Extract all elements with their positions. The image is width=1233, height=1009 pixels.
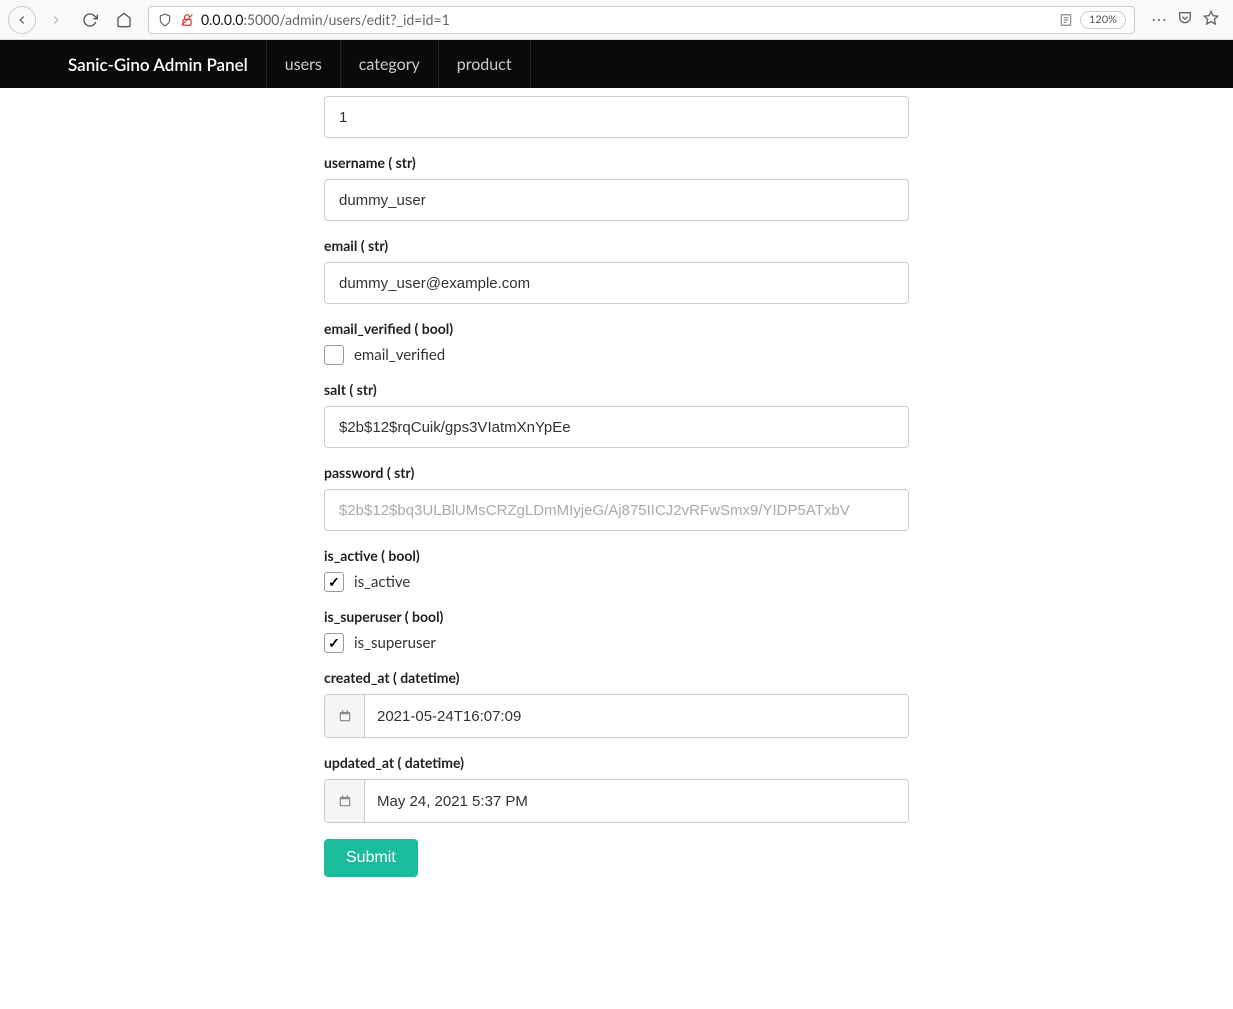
field-is-active: is_active ( bool) is_active xyxy=(324,547,909,592)
browser-chrome: 0.0.0.0:5000/admin/users/edit?_id=id=1 1… xyxy=(0,0,1233,40)
url-bar[interactable]: 0.0.0.0:5000/admin/users/edit?_id=id=1 1… xyxy=(148,6,1135,34)
username-input[interactable] xyxy=(324,179,909,221)
is-superuser-checkbox[interactable] xyxy=(324,633,344,653)
email-label: email ( str) xyxy=(324,237,909,254)
forward-button xyxy=(42,6,70,34)
email-verified-label: email_verified ( bool) xyxy=(324,320,909,337)
email-verified-checkbox[interactable] xyxy=(324,345,344,365)
calendar-icon xyxy=(325,780,365,822)
salt-input[interactable] xyxy=(324,406,909,448)
pocket-icon[interactable] xyxy=(1177,10,1193,30)
zoom-indicator[interactable]: 120% xyxy=(1080,11,1126,29)
updated-at-input[interactable] xyxy=(365,780,908,822)
reload-button[interactable] xyxy=(76,6,104,34)
insecure-icon xyxy=(179,12,195,28)
updated-at-label: updated_at ( datetime) xyxy=(324,754,909,771)
url-text: 0.0.0.0:5000/admin/users/edit?_id=id=1 xyxy=(201,11,1052,28)
email-input[interactable] xyxy=(324,262,909,304)
navbar: Sanic-Gino Admin Panel users category pr… xyxy=(0,40,1233,88)
field-password: password ( str) xyxy=(324,464,909,531)
nav-link-category[interactable]: category xyxy=(340,40,438,88)
home-button[interactable] xyxy=(110,6,138,34)
created-at-label: created_at ( datetime) xyxy=(324,669,909,686)
field-salt: salt ( str) xyxy=(324,381,909,448)
navbar-brand[interactable]: Sanic-Gino Admin Panel xyxy=(18,54,266,75)
is-active-checkbox[interactable] xyxy=(324,572,344,592)
field-is-superuser: is_superuser ( bool) is_superuser xyxy=(324,608,909,653)
is-active-label: is_active ( bool) xyxy=(324,547,909,564)
reader-icon[interactable] xyxy=(1058,12,1074,28)
submit-button[interactable]: Submit xyxy=(324,839,418,877)
field-updated-at: updated_at ( datetime) xyxy=(324,754,909,823)
field-email: email ( str) xyxy=(324,237,909,304)
salt-label: salt ( str) xyxy=(324,381,909,398)
username-label: username ( str) xyxy=(324,154,909,171)
nav-link-users[interactable]: users xyxy=(266,40,340,88)
menu-dots-icon[interactable]: ⋯ xyxy=(1151,10,1167,29)
is-superuser-label: is_superuser ( bool) xyxy=(324,608,909,625)
password-label: password ( str) xyxy=(324,464,909,481)
back-button[interactable] xyxy=(8,6,36,34)
field-username: username ( str) xyxy=(324,154,909,221)
created-at-input[interactable] xyxy=(365,695,908,737)
is-superuser-text: is_superuser xyxy=(354,634,436,652)
is-active-text: is_active xyxy=(354,573,410,591)
bookmark-star-icon[interactable] xyxy=(1203,10,1219,30)
field-id xyxy=(324,96,909,138)
email-verified-text: email_verified xyxy=(354,346,445,364)
password-input[interactable] xyxy=(324,489,909,531)
id-input[interactable] xyxy=(324,96,909,138)
field-email-verified: email_verified ( bool) email_verified xyxy=(324,320,909,365)
form-container: username ( str) email ( str) email_verif… xyxy=(324,88,909,917)
nav-link-product[interactable]: product xyxy=(438,40,531,88)
chrome-right: ⋯ xyxy=(1145,10,1225,30)
field-created-at: created_at ( datetime) xyxy=(324,669,909,738)
navbar-links: users category product xyxy=(266,40,531,88)
shield-icon xyxy=(157,12,173,28)
calendar-icon xyxy=(325,695,365,737)
